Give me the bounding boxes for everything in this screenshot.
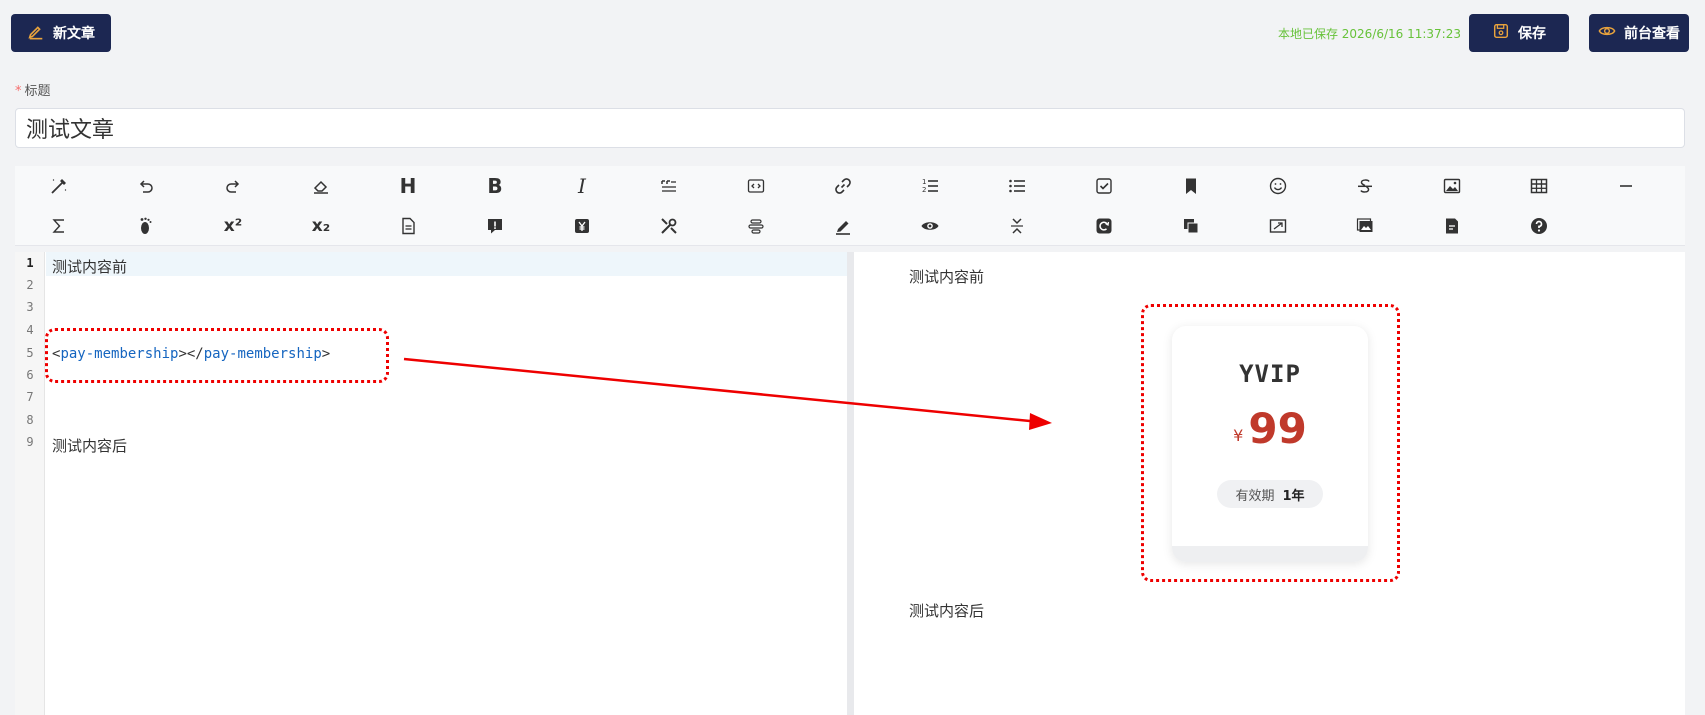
footnote-icon[interactable] [130,210,162,242]
eraser-icon[interactable] [305,170,337,202]
subscript-icon[interactable]: x₂ [305,210,337,242]
new-article-label: 新文章 [53,26,95,42]
title-label: * 标题 [15,84,51,99]
horizontal-rule-icon[interactable] [1610,170,1642,202]
refresh-icon[interactable] [1088,210,1120,242]
collapse-icon[interactable] [1001,210,1033,242]
preview-label: 前台查看 [1624,26,1680,42]
eye-icon [1598,22,1616,44]
line-number: 1 [26,256,34,270]
saved-status: 本地已保存 2026/6/16 11:37:23 [1277,27,1461,41]
header-icon[interactable]: H [392,170,424,202]
bookmark-icon[interactable] [1175,170,1207,202]
line-number: 6 [26,368,34,382]
eye-icon[interactable] [914,210,946,242]
frontend-preview-button[interactable]: 前台查看 [1589,14,1689,52]
markdown-editor[interactable]: 1 2 3 4 5 6 7 8 9 测试内容前 <pay-membership>… [15,252,847,715]
toolbar-row-2: x² x₂ [15,206,1685,246]
gallery-icon[interactable] [1349,210,1381,242]
tools-icon[interactable] [653,210,685,242]
file-icon[interactable] [1436,210,1468,242]
quote-icon[interactable] [653,170,685,202]
unordered-list-icon[interactable] [1001,170,1033,202]
save-label: 保存 [1518,26,1546,42]
line-number: 7 [26,390,34,404]
redo-icon[interactable] [217,170,249,202]
yuan-icon[interactable] [566,210,598,242]
line-number: 3 [26,300,34,314]
bold-icon[interactable]: B [479,170,511,202]
code-block-icon[interactable] [740,170,772,202]
line-number: 2 [26,278,34,292]
svg-text:2: 2 [922,186,926,194]
superscript-icon[interactable]: x² [217,210,249,242]
formula-icon[interactable] [43,210,75,242]
new-article-button[interactable]: 新文章 [11,14,111,52]
checklist-icon[interactable] [1088,170,1120,202]
table-icon[interactable] [1523,170,1555,202]
pane-divider[interactable] [847,252,854,715]
svg-text:1: 1 [922,178,926,186]
emoji-icon[interactable] [1262,170,1294,202]
preview-text-after: 测试内容后 [909,602,985,620]
document-icon[interactable] [392,210,424,242]
align-icon[interactable] [740,210,772,242]
line-number: 9 [26,435,34,449]
editor-line-9: 测试内容后 [52,437,128,455]
ordered-list-icon[interactable]: 12 [914,170,946,202]
line-number: 5 [26,346,34,360]
editor-toolbar: H B I 12 x² x₂ [15,166,1685,246]
required-marker: * [15,84,22,99]
editor-line-1: 测试内容前 [52,258,128,276]
card-highlight-box [1141,304,1400,582]
active-line-highlight [46,252,847,276]
toolbar-row-1: H B I 12 [15,166,1685,206]
magic-wand-icon[interactable] [43,170,75,202]
edit-icon [27,22,45,44]
image-icon[interactable] [1436,170,1468,202]
undo-icon[interactable] [130,170,162,202]
strikethrough-icon[interactable] [1349,170,1381,202]
preview-text-before: 测试内容前 [909,268,985,286]
save-button[interactable]: 保存 [1469,14,1569,52]
copy-icon[interactable] [1175,210,1207,242]
italic-icon[interactable]: I [566,170,598,202]
line-number: 4 [26,323,34,337]
link-icon[interactable] [827,170,859,202]
fullscreen-icon[interactable] [1262,210,1294,242]
save-icon [1492,22,1510,44]
highlight-icon[interactable] [827,210,859,242]
title-input[interactable] [15,108,1685,148]
line-number-gutter: 1 2 3 4 5 6 7 8 9 [15,252,45,715]
line-number: 8 [26,413,34,427]
comment-icon[interactable] [479,210,511,242]
code-highlight-box [45,328,389,383]
help-icon[interactable] [1523,210,1555,242]
